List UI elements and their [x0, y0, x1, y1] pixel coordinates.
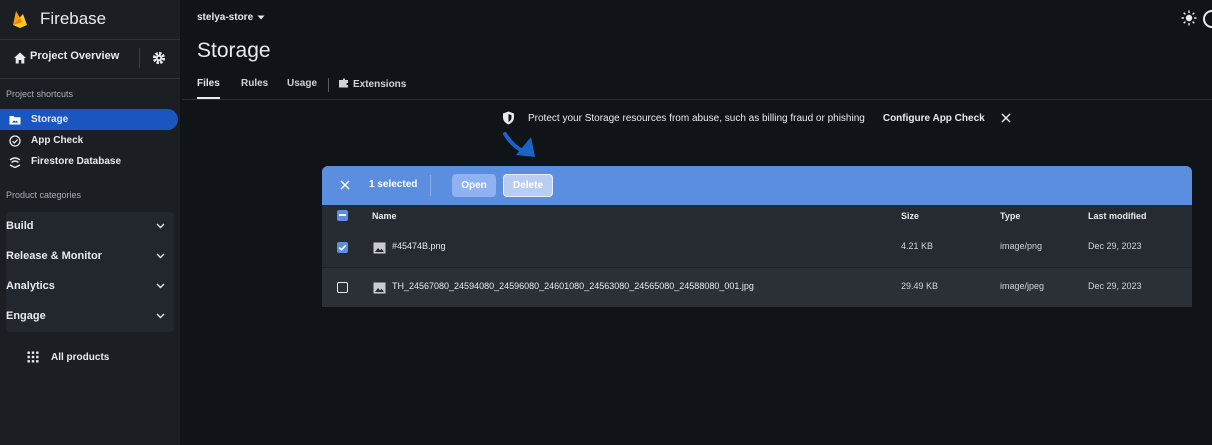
brand[interactable]: Firebase: [12, 8, 106, 30]
selection-count: 1 selected: [369, 179, 418, 190]
sidebar-item-label: App Check: [31, 135, 84, 146]
app-check-icon: [9, 134, 21, 147]
column-header-name[interactable]: Name: [372, 211, 397, 221]
firebase-logo-icon: [13, 11, 27, 28]
project-overview-row: Project Overview: [0, 44, 180, 72]
chevron-down-icon: [156, 253, 165, 259]
categories-heading: Product categories: [6, 190, 82, 200]
category-analytics[interactable]: Analytics: [6, 272, 174, 302]
sidebar-item-label: Firestore Database: [31, 156, 122, 167]
delete-button[interactable]: Delete: [503, 174, 553, 197]
project-overview-divider: [139, 48, 140, 68]
check-icon: [338, 244, 347, 251]
row-checkbox[interactable]: [337, 242, 348, 253]
project-overview-link[interactable]: Project Overview: [30, 50, 119, 62]
sidebar-divider: [0, 78, 180, 79]
select-all-checkbox[interactable]: [337, 210, 348, 221]
brand-name: Firebase: [40, 9, 107, 28]
project-switcher[interactable]: stelya-store: [197, 12, 265, 23]
all-products-label: All products: [51, 351, 110, 363]
category-engage[interactable]: Engage: [6, 302, 174, 332]
toolbar-divider: [430, 175, 431, 196]
sidebar-item-firestore[interactable]: Firestore Database: [0, 151, 180, 172]
category-label: Release & Monitor: [6, 250, 102, 262]
sidebar-divider: [0, 39, 180, 40]
file-name[interactable]: TH_24567080_24594080_24596080_24601080_2…: [392, 281, 754, 291]
table-row[interactable]: TH_24567080_24594080_24596080_24601080_2…: [322, 267, 1192, 307]
shortcuts-heading: Project shortcuts: [6, 89, 74, 99]
sidebar-item-label: Storage: [31, 114, 69, 125]
app-check-banner: Protect your Storage resources from abus…: [502, 108, 1011, 128]
file-last-modified: Dec 29, 2023: [1088, 281, 1142, 291]
page-title: Storage: [197, 39, 271, 62]
column-header-type[interactable]: Type: [1000, 211, 1020, 221]
apps-grid-icon: [27, 351, 39, 363]
account-avatar[interactable]: [1203, 10, 1212, 28]
firestore-icon: [9, 156, 21, 168]
home-icon[interactable]: [13, 51, 27, 65]
banner-message: Protect your Storage resources from abus…: [528, 112, 865, 124]
file-type: image/png: [1000, 241, 1043, 251]
annotation-arrow-icon: [503, 132, 535, 157]
chevron-down-icon: [156, 283, 165, 289]
tab-extensions[interactable]: Extensions: [338, 78, 406, 90]
product-categories: Build Release & Monitor Analytics Engage: [6, 212, 174, 332]
file-size: 29.49 KB: [901, 281, 939, 291]
sidebar-item-app-check[interactable]: App Check: [0, 130, 180, 151]
tabs-divider: [182, 99, 1212, 100]
table-header: Name Size Type Last modified: [322, 205, 1192, 227]
file-size: 4.21 KB: [901, 241, 934, 251]
tab-divider: [328, 78, 329, 92]
shield-icon: [503, 111, 514, 125]
selection-toolbar: 1 selected Open Delete: [322, 166, 1192, 205]
firebase-console: Firebase Project Overview Project shortc…: [0, 0, 1212, 445]
chevron-down-icon: [156, 313, 165, 319]
project-name: stelya-store: [197, 12, 254, 23]
image-file-icon: [373, 242, 386, 254]
category-release-monitor[interactable]: Release & Monitor: [6, 242, 174, 272]
configure-app-check-link[interactable]: Configure App Check: [883, 113, 985, 124]
sidebar-item-storage[interactable]: Storage: [0, 109, 178, 130]
column-header-last-modified[interactable]: Last modified: [1088, 211, 1147, 221]
tab-label: Extensions: [353, 79, 407, 90]
category-label: Engage: [6, 310, 46, 322]
theme-toggle-icon[interactable]: [1181, 10, 1197, 26]
clear-selection-icon[interactable]: [340, 180, 350, 190]
all-products-link[interactable]: All products: [27, 349, 109, 365]
tab-files[interactable]: Files: [197, 78, 220, 89]
folder-icon: [9, 115, 21, 124]
image-file-icon: [373, 282, 386, 294]
close-icon[interactable]: [1001, 113, 1011, 123]
open-button[interactable]: Open: [452, 174, 496, 197]
file-name[interactable]: #45474B.png: [392, 241, 446, 251]
tab-usage[interactable]: Usage: [287, 78, 317, 89]
table-row[interactable]: #45474B.png 4.21 KB image/png Dec 29, 20…: [322, 228, 1192, 268]
category-build[interactable]: Build: [6, 212, 174, 242]
file-last-modified: Dec 29, 2023: [1088, 241, 1142, 251]
row-checkbox[interactable]: [337, 282, 348, 293]
extensions-icon: [339, 78, 348, 88]
file-type: image/jpeg: [1000, 281, 1045, 291]
column-header-size[interactable]: Size: [901, 211, 919, 221]
tab-rules[interactable]: Rules: [241, 78, 268, 89]
category-label: Build: [6, 220, 34, 232]
gear-icon[interactable]: [152, 51, 166, 65]
chevron-down-icon: [156, 223, 165, 229]
caret-down-icon: [257, 15, 265, 20]
category-label: Analytics: [6, 280, 55, 292]
sidebar: Firebase Project Overview Project shortc…: [0, 0, 180, 445]
files-table: 1 selected Open Delete Name Size Type La…: [322, 166, 1192, 307]
